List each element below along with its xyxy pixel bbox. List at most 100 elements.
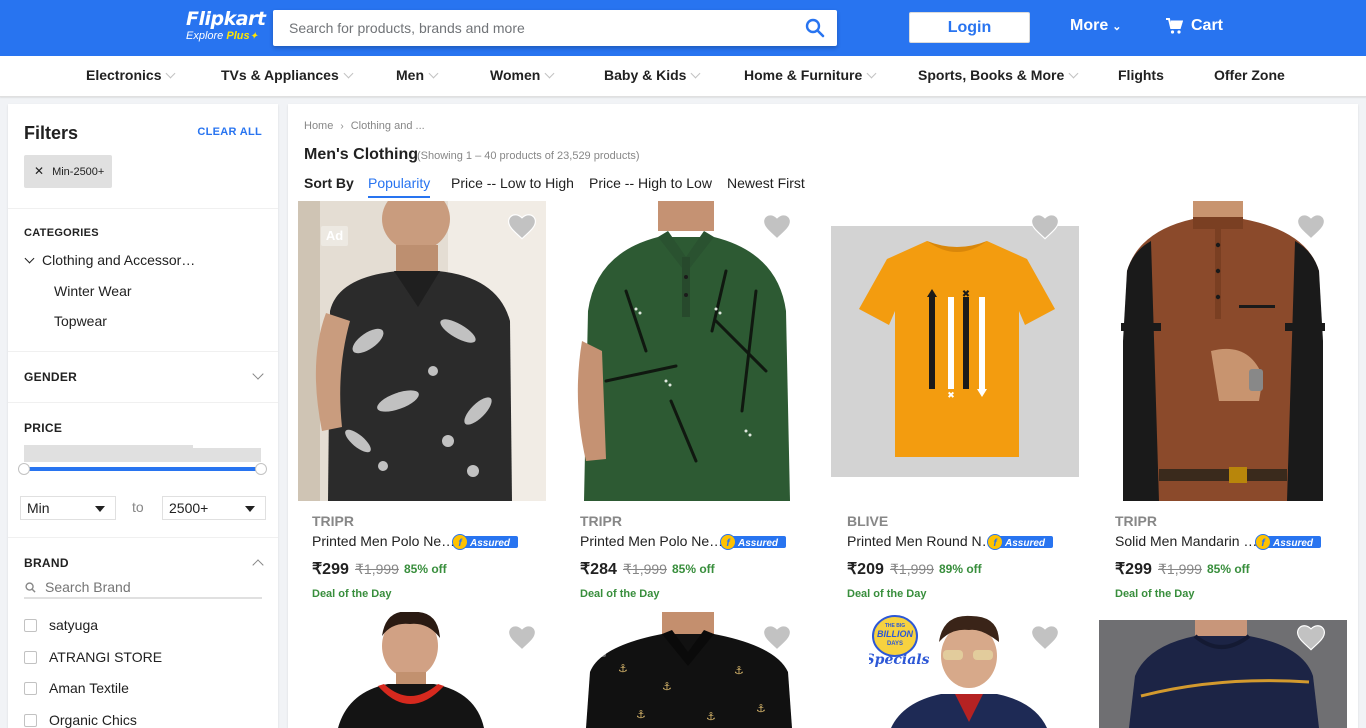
category-topwear[interactable]: Topwear (54, 313, 107, 329)
product-discount: 85% off (1207, 562, 1250, 576)
nav-home-furniture[interactable]: Home & Furniture (744, 67, 877, 83)
heart-icon[interactable] (508, 214, 536, 240)
price-heading: PRICE (24, 421, 63, 435)
nav-sports-books[interactable]: Sports, Books & More (918, 67, 1079, 83)
product-price: ₹299 (1115, 561, 1152, 578)
flipkart-logo[interactable]: Flipkart Explore Plus✦ (186, 8, 266, 45)
product-discount: 85% off (672, 562, 715, 576)
nav-tvs-appliances[interactable]: TVs & Appliances (221, 67, 354, 83)
nav-women[interactable]: Women (490, 67, 555, 83)
filters-title: Filters (24, 123, 79, 143)
price-range-selects: Min to 2500+ (20, 496, 266, 520)
chip-label: Min-2500+ (52, 166, 105, 178)
category-parent-label: Clothing and Accessor… (42, 252, 196, 268)
product-name[interactable]: Printed Men Polo Ne… (312, 533, 455, 549)
chevron-down-icon (252, 368, 264, 380)
product-image[interactable] (298, 201, 546, 501)
breadcrumb: Home › Clothing and ... (304, 120, 425, 132)
chevron-up-icon[interactable] (252, 559, 264, 571)
svg-text:DAYS: DAYS (887, 641, 903, 647)
price-slider-track[interactable] (24, 467, 261, 471)
product-mrp: ₹1,999 (890, 561, 934, 577)
breadcrumb-home[interactable]: Home (304, 120, 333, 132)
nav-men[interactable]: Men (396, 67, 439, 83)
heart-icon[interactable] (763, 214, 791, 240)
assured-badge-icon: f Assured (720, 534, 786, 550)
brand-label: ATRANGI STORE (49, 649, 163, 665)
checkbox[interactable] (24, 714, 37, 727)
active-filter-chip[interactable]: ✕ Min-2500+ (24, 155, 113, 188)
svg-text:⚓: ⚓ (618, 662, 628, 675)
ad-badge: Ad (321, 226, 348, 246)
checkbox[interactable] (24, 619, 37, 632)
page-title: Men's Clothing (304, 146, 419, 163)
sort-price-low-high[interactable]: Price -- Low to High (451, 175, 574, 191)
filters-header: Filters CLEAR ALL ✕ Min-2500+ (8, 104, 278, 209)
breadcrumb-clothing[interactable]: Clothing and ... (351, 120, 425, 132)
category-nav: Electronics TVs & Appliances Men Women B… (0, 56, 1366, 97)
nav-baby-kids[interactable]: Baby & Kids (604, 67, 701, 83)
category-winter-wear[interactable]: Winter Wear (54, 283, 132, 299)
more-label: More (1070, 17, 1109, 34)
price-slider-max-handle[interactable] (255, 463, 267, 475)
sort-price-high-low[interactable]: Price -- High to Low (589, 175, 712, 191)
heart-icon[interactable] (1297, 625, 1325, 651)
svg-text:BILLION: BILLION (877, 629, 913, 639)
more-menu[interactable]: More ⌄ (1070, 17, 1121, 35)
product-name[interactable]: Solid Men Mandarin … (1115, 533, 1257, 549)
checkbox[interactable] (24, 682, 37, 695)
assured-badge-icon: f Assured (452, 534, 518, 550)
product-brand: TRIPR (312, 513, 354, 529)
product-image[interactable]: ✖ ✖ (831, 201, 1079, 501)
product-brand: BLIVE (847, 513, 889, 529)
price-slider-min-handle[interactable] (18, 463, 30, 475)
price-histogram (24, 445, 261, 462)
sort-popularity[interactable]: Popularity (368, 175, 431, 198)
product-name[interactable]: Printed Men Round N… (847, 533, 996, 549)
heart-icon[interactable] (508, 625, 536, 651)
brand-label: Organic Chics (49, 712, 137, 728)
login-button[interactable]: Login (909, 12, 1030, 43)
search-bar (273, 10, 837, 46)
nav-electronics[interactable]: Electronics (86, 67, 176, 83)
logo-wordmark: Flipkart (186, 8, 266, 30)
brand-search-input[interactable] (45, 577, 255, 597)
nav-offer-zone[interactable]: Offer Zone (1214, 67, 1285, 83)
chevron-down-icon (866, 68, 877, 79)
heart-icon[interactable] (1031, 214, 1059, 240)
product-name[interactable]: Printed Men Polo Ne… (580, 533, 723, 549)
price-to-label: to (132, 499, 144, 515)
results-panel: Home › Clothing and ... Men's Clothing (Sh… (288, 104, 1358, 728)
brand-heading: BRAND (24, 556, 69, 570)
heart-icon[interactable] (1031, 625, 1059, 651)
price-max-select[interactable]: 2500+ (162, 496, 266, 520)
results-count: (Showing 1 – 40 products of 23,529 produ… (417, 150, 640, 162)
product-image[interactable] (566, 201, 814, 501)
clear-all-button[interactable]: CLEAR ALL (197, 126, 262, 138)
product-image[interactable] (1099, 201, 1347, 501)
search-icon[interactable] (805, 18, 825, 38)
ad-badge: Ad (579, 637, 606, 657)
gender-section[interactable]: GENDER (8, 352, 278, 403)
product-price: ₹284 (580, 561, 617, 578)
price-min-select[interactable]: Min (20, 496, 116, 520)
heart-icon[interactable] (1297, 214, 1325, 240)
category-clothing-accessories[interactable]: Clothing and Accessor… (24, 252, 195, 268)
heart-icon[interactable] (763, 625, 791, 651)
close-icon[interactable]: ✕ (34, 164, 44, 178)
svg-text:Assured: Assured (737, 538, 779, 549)
cart-link[interactable]: Cart (1166, 17, 1223, 35)
svg-text:Assured: Assured (1272, 538, 1314, 549)
nav-flights[interactable]: Flights (1118, 67, 1164, 83)
product-mrp: ₹1,999 (1158, 561, 1202, 577)
dropdown-arrow-icon (245, 506, 255, 512)
product-brand: TRIPR (580, 513, 622, 529)
svg-text:⚓: ⚓ (734, 664, 744, 677)
sort-newest-first[interactable]: Newest First (727, 175, 805, 191)
chevron-down-icon (428, 68, 439, 79)
big-billion-days-badge: THE BIG BILLION DAYS Specials (865, 614, 930, 670)
checkbox[interactable] (24, 651, 37, 664)
svg-text:⚓: ⚓ (662, 680, 672, 693)
dropdown-arrow-icon (95, 506, 105, 512)
search-input[interactable] (273, 10, 793, 46)
